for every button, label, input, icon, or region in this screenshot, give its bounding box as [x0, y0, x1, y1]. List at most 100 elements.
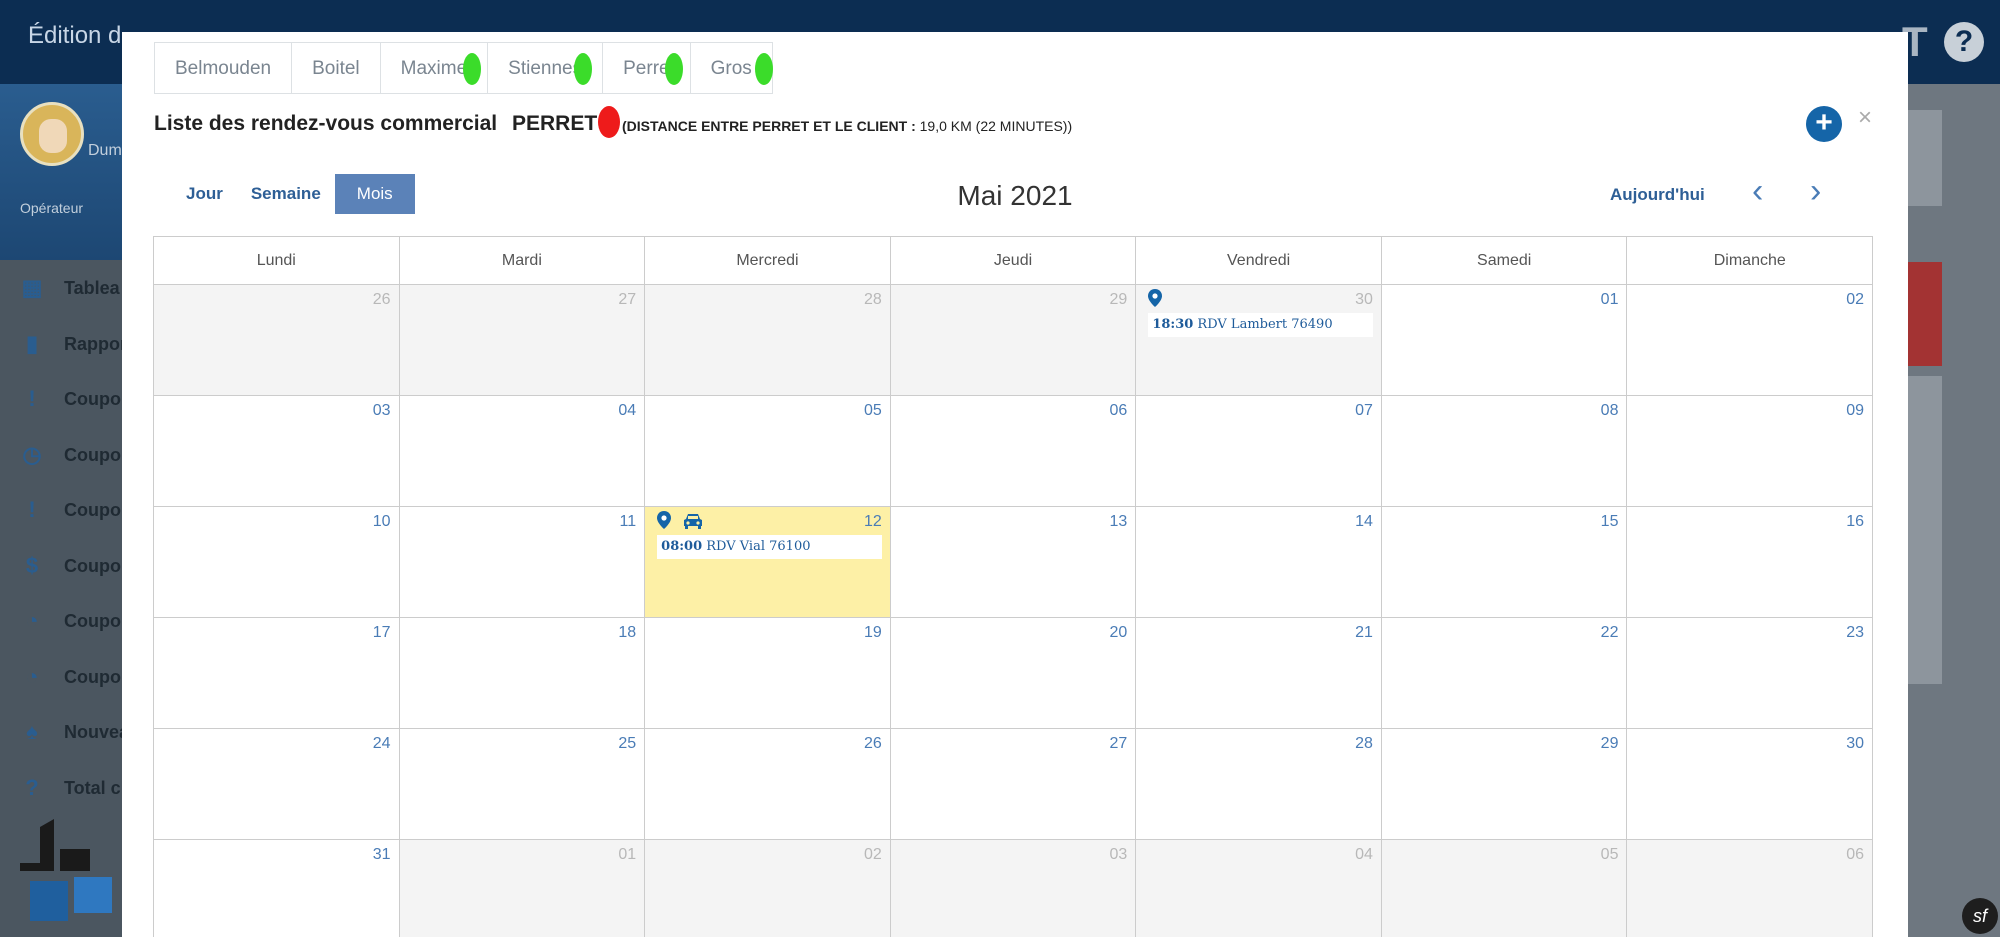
chevron-right-icon[interactable]: ›: [1810, 174, 1840, 210]
calendar-day[interactable]: 30 18:30 RDV Lambert 76490: [1136, 285, 1382, 395]
day-number[interactable]: 29: [1110, 291, 1128, 309]
tab-gros[interactable]: Gros: [689, 42, 773, 94]
day-number[interactable]: 06: [1110, 402, 1128, 420]
sidebar-item[interactable]: ♠ Nouvea: [20, 714, 129, 754]
calendar-day[interactable]: 01: [1381, 285, 1628, 395]
day-number[interactable]: 27: [1110, 735, 1128, 753]
sidebar-item[interactable]: $ Coupon: [20, 548, 132, 588]
tab-belmouden[interactable]: Belmouden: [154, 42, 292, 94]
calendar-event[interactable]: 18:30 RDV Lambert 76490: [1148, 313, 1373, 337]
day-number[interactable]: 01: [618, 846, 636, 864]
tab-perre[interactable]: Perre: [602, 42, 690, 94]
day-number[interactable]: 03: [1110, 846, 1128, 864]
calendar-day[interactable]: 02: [645, 840, 891, 937]
day-number[interactable]: 23: [1846, 624, 1864, 642]
sidebar-item[interactable]: ◔ Coupon: [20, 603, 132, 643]
day-number[interactable]: 22: [1601, 624, 1619, 642]
sidebar-item[interactable]: ! Coupon: [20, 492, 132, 532]
day-number[interactable]: 04: [618, 402, 636, 420]
calendar-day[interactable]: 21: [1136, 618, 1382, 728]
calendar-day[interactable]: 03: [890, 840, 1137, 937]
day-number[interactable]: 06: [1846, 846, 1864, 864]
calendar-day[interactable]: 07: [1136, 396, 1382, 506]
calendar-day[interactable]: 26: [645, 729, 891, 839]
day-number[interactable]: 08: [1601, 402, 1619, 420]
day-number[interactable]: 31: [373, 846, 391, 864]
map-pin-icon[interactable]: [1148, 289, 1163, 307]
sidebar-item[interactable]: ◷ Coupon: [20, 437, 132, 477]
day-number[interactable]: 05: [1601, 846, 1619, 864]
day-number[interactable]: 14: [1355, 513, 1373, 531]
calendar-day[interactable]: 13: [890, 507, 1137, 617]
day-number[interactable]: 09: [1846, 402, 1864, 420]
calendar-day[interactable]: 05: [645, 396, 891, 506]
day-number[interactable]: 21: [1355, 624, 1373, 642]
calendar-day[interactable]: 19: [645, 618, 891, 728]
calendar-day[interactable]: 29: [1381, 729, 1628, 839]
sidebar-item[interactable]: ! Coupon: [20, 381, 132, 421]
day-number[interactable]: 25: [618, 735, 636, 753]
calendar-day[interactable]: 25: [399, 729, 646, 839]
day-number[interactable]: 07: [1355, 402, 1373, 420]
chevron-left-icon[interactable]: ‹: [1752, 174, 1782, 210]
sidebar-item[interactable]: ? Total c: [20, 770, 122, 810]
day-number[interactable]: 12: [864, 513, 882, 531]
day-number[interactable]: 26: [864, 735, 882, 753]
calendar-day[interactable]: 29: [890, 285, 1137, 395]
day-number[interactable]: 28: [864, 291, 882, 309]
calendar-day[interactable]: 28: [1136, 729, 1382, 839]
day-number[interactable]: 01: [1601, 291, 1619, 309]
calendar-day[interactable]: 05: [1381, 840, 1628, 937]
calendar-day[interactable]: 06: [1627, 840, 1874, 937]
calendar-day[interactable]: 18: [399, 618, 646, 728]
calendar-event[interactable]: 08:00 RDV Vial 76100: [657, 535, 882, 559]
day-number[interactable]: 03: [373, 402, 391, 420]
day-number[interactable]: 04: [1355, 846, 1373, 864]
calendar-day[interactable]: 31: [154, 840, 400, 937]
sidebar-item[interactable]: ◔ Coupon: [20, 659, 132, 699]
day-number[interactable]: 05: [864, 402, 882, 420]
calendar-day[interactable]: 17: [154, 618, 400, 728]
calendar-day[interactable]: 06: [890, 396, 1137, 506]
calendar-day[interactable]: 10: [154, 507, 400, 617]
tab-boitel[interactable]: Boitel: [291, 42, 380, 94]
day-number[interactable]: 13: [1110, 513, 1128, 531]
help-icon[interactable]: ?: [1944, 22, 1984, 62]
calendar-day[interactable]: 30: [1627, 729, 1874, 839]
calendar-day[interactable]: 24: [154, 729, 400, 839]
map-pin-icon[interactable]: [657, 511, 672, 529]
close-icon[interactable]: ×: [1858, 104, 1872, 132]
calendar-day[interactable]: 02: [1627, 285, 1874, 395]
sidebar-item[interactable]: ▮ Rappor: [20, 326, 127, 366]
day-number[interactable]: 11: [620, 513, 637, 531]
day-number[interactable]: 30: [1355, 291, 1373, 309]
day-number[interactable]: 24: [373, 735, 391, 753]
calendar-day[interactable]: 08: [1381, 396, 1628, 506]
symfony-toolbar-icon[interactable]: sf: [1962, 898, 1998, 934]
calendar-day[interactable]: 22: [1381, 618, 1628, 728]
calendar-day[interactable]: 12 08:00 RDV Vial 76100: [645, 507, 891, 617]
day-number[interactable]: 26: [373, 291, 391, 309]
calendar-day[interactable]: 03: [154, 396, 400, 506]
day-number[interactable]: 30: [1846, 735, 1864, 753]
day-number[interactable]: 20: [1110, 624, 1128, 642]
calendar-day[interactable]: 26: [154, 285, 400, 395]
calendar-day[interactable]: 04: [399, 396, 646, 506]
day-number[interactable]: 17: [373, 624, 391, 642]
calendar-day[interactable]: 28: [645, 285, 891, 395]
calendar-day[interactable]: 16: [1627, 507, 1874, 617]
tab-stiennes[interactable]: Stiennes: [487, 42, 603, 94]
day-number[interactable]: 19: [864, 624, 882, 642]
day-number[interactable]: 15: [1601, 513, 1619, 531]
calendar-day[interactable]: 04: [1136, 840, 1382, 937]
day-number[interactable]: 10: [373, 513, 391, 531]
calendar-day[interactable]: 15: [1381, 507, 1628, 617]
day-number[interactable]: 29: [1601, 735, 1619, 753]
day-number[interactable]: 16: [1846, 513, 1864, 531]
avatar[interactable]: [20, 102, 84, 166]
calendar-day[interactable]: 14: [1136, 507, 1382, 617]
calendar-day[interactable]: 09: [1627, 396, 1874, 506]
today-button[interactable]: Aujourd'hui: [1610, 185, 1705, 205]
calendar-day[interactable]: 01: [399, 840, 646, 937]
car-icon[interactable]: [683, 513, 703, 529]
